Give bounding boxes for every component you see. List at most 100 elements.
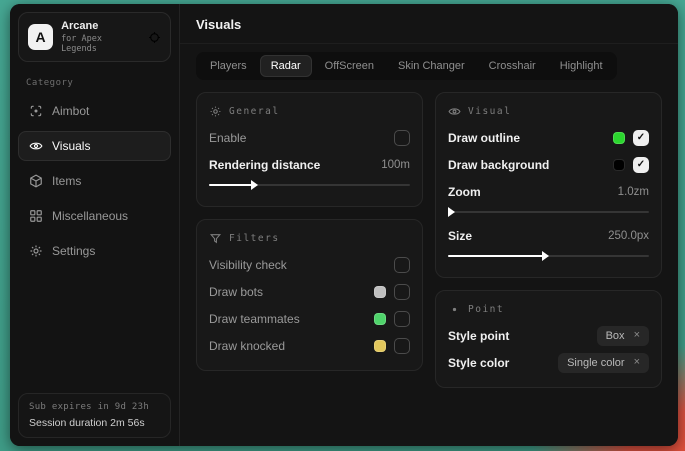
draw-teammates-checkbox[interactable]: ✓ xyxy=(394,311,410,327)
app-logo-card: A Arcane for Apex Legends xyxy=(18,12,171,62)
slider-track xyxy=(448,211,649,213)
point-section: Point Style point Box × xyxy=(435,290,662,388)
color-swatch[interactable] xyxy=(374,313,386,325)
draw-bots-label: Draw bots xyxy=(209,285,263,299)
draw-background-label: Draw background xyxy=(448,158,549,172)
tab-bar: Players Radar OffScreen Skin Changer Cro… xyxy=(196,52,617,80)
remove-icon[interactable]: × xyxy=(634,357,640,368)
eye-icon xyxy=(448,105,461,118)
gear-icon xyxy=(29,244,43,258)
grid-icon xyxy=(29,209,43,223)
color-swatch[interactable] xyxy=(374,340,386,352)
tab-offscreen[interactable]: OffScreen xyxy=(314,55,385,77)
desktop-background: A Arcane for Apex Legends Category xyxy=(0,0,685,451)
sub-expires-text: Sub expires in 9d 23h xyxy=(29,402,160,412)
point-section-title: Point xyxy=(468,304,504,315)
visual-section: Visual Draw outline ✓ xyxy=(435,92,662,278)
point-section-header: Point xyxy=(448,303,649,316)
slider-thumb[interactable] xyxy=(542,251,549,261)
style-color-label: Style color xyxy=(448,356,509,370)
tab-skin-changer[interactable]: Skin Changer xyxy=(387,55,476,77)
main-panel: Visuals Players Radar OffScreen Skin Cha… xyxy=(180,4,678,446)
page-title: Visuals xyxy=(196,17,662,32)
filters-section: Filters Visibility check ✓ xyxy=(196,219,423,371)
session-status-card: Sub expires in 9d 23h Session duration 2… xyxy=(18,393,171,438)
sidebar-item-label: Settings xyxy=(52,244,95,258)
rendering-distance-slider[interactable] xyxy=(209,179,410,191)
sidebar-item-aimbot[interactable]: Aimbot xyxy=(18,96,171,126)
slider-thumb[interactable] xyxy=(448,207,455,217)
rendering-distance-row: Rendering distance 100m xyxy=(209,151,410,178)
draw-outline-label: Draw outline xyxy=(448,131,520,145)
tab-crosshair[interactable]: Crosshair xyxy=(478,55,547,77)
filter-icon xyxy=(209,232,222,245)
style-point-select[interactable]: Box × xyxy=(597,326,649,346)
draw-outline-checkbox[interactable]: ✓ xyxy=(633,130,649,146)
tab-radar[interactable]: Radar xyxy=(260,55,312,77)
app-subtitle: for Apex Legends xyxy=(61,34,140,54)
general-section: General Enable ✓ Rendering distance xyxy=(196,92,423,207)
draw-background-checkbox[interactable]: ✓ xyxy=(633,157,649,173)
slider-fill xyxy=(448,255,544,257)
zoom-slider[interactable] xyxy=(448,206,649,218)
visibility-check-label: Visibility check xyxy=(209,258,287,272)
dot-icon xyxy=(448,303,461,316)
app-title-block: Arcane for Apex Legends xyxy=(61,20,140,54)
visibility-check-checkbox[interactable]: ✓ xyxy=(394,257,410,273)
size-slider[interactable] xyxy=(448,250,649,262)
check-icon: ✓ xyxy=(637,133,645,143)
style-point-row: Style point Box × xyxy=(448,322,649,349)
enable-label: Enable xyxy=(209,131,246,145)
draw-bots-checkbox[interactable]: ✓ xyxy=(394,284,410,300)
main-header: Visuals xyxy=(180,4,678,44)
sidebar-item-miscellaneous[interactable]: Miscellaneous xyxy=(18,201,171,231)
tab-players[interactable]: Players xyxy=(199,55,258,77)
size-row: Size 250.0px xyxy=(448,222,649,249)
app-name: Arcane xyxy=(61,20,140,32)
zoom-label: Zoom xyxy=(448,185,481,199)
color-swatch[interactable] xyxy=(374,286,386,298)
category-label: Category xyxy=(26,78,163,88)
remove-icon[interactable]: × xyxy=(634,330,640,341)
right-column: Visual Draw outline ✓ xyxy=(435,92,662,388)
filters-section-title: Filters xyxy=(229,233,280,244)
sidebar-item-label: Miscellaneous xyxy=(52,209,128,223)
draw-teammates-row: Draw teammates ✓ xyxy=(209,305,410,332)
sidebar-item-items[interactable]: Items xyxy=(18,166,171,196)
style-point-value: Box xyxy=(606,330,625,342)
draw-outline-row: Draw outline ✓ xyxy=(448,124,649,151)
draw-teammates-label: Draw teammates xyxy=(209,312,300,326)
sidebar-item-visuals[interactable]: Visuals xyxy=(18,131,171,161)
size-value: 250.0px xyxy=(608,230,649,242)
enable-checkbox[interactable]: ✓ xyxy=(394,130,410,146)
general-section-title: General xyxy=(229,106,280,117)
draw-bots-row: Draw bots ✓ xyxy=(209,278,410,305)
app-window: A Arcane for Apex Legends Category xyxy=(10,4,678,446)
slider-thumb[interactable] xyxy=(251,180,258,190)
sidebar: A Arcane for Apex Legends Category xyxy=(10,4,180,446)
style-color-select[interactable]: Single color × xyxy=(558,353,649,373)
left-column: General Enable ✓ Rendering distance xyxy=(196,92,423,371)
sun-icon xyxy=(209,105,222,118)
sidebar-nav: Aimbot Visuals Ite xyxy=(18,96,171,271)
style-color-row: Style color Single color × xyxy=(448,349,649,376)
filters-section-header: Filters xyxy=(209,232,410,245)
session-duration-text: Session duration 2m 56s xyxy=(29,417,160,429)
draw-knocked-checkbox[interactable]: ✓ xyxy=(394,338,410,354)
sidebar-item-settings[interactable]: Settings xyxy=(18,236,171,266)
cube-icon xyxy=(29,174,43,188)
check-icon: ✓ xyxy=(637,160,645,170)
rendering-distance-value: 100m xyxy=(381,159,410,171)
style-color-value: Single color xyxy=(567,357,624,369)
tab-highlight[interactable]: Highlight xyxy=(549,55,614,77)
scan-target-icon xyxy=(29,104,43,118)
crosshair-icon[interactable] xyxy=(148,31,161,44)
visual-section-header: Visual xyxy=(448,105,649,118)
color-swatch[interactable] xyxy=(613,159,625,171)
draw-knocked-row: Draw knocked ✓ xyxy=(209,332,410,359)
enable-row: Enable ✓ xyxy=(209,124,410,151)
visual-section-title: Visual xyxy=(468,106,511,117)
color-swatch[interactable] xyxy=(613,132,625,144)
draw-knocked-label: Draw knocked xyxy=(209,339,285,353)
sidebar-item-label: Items xyxy=(52,174,81,188)
